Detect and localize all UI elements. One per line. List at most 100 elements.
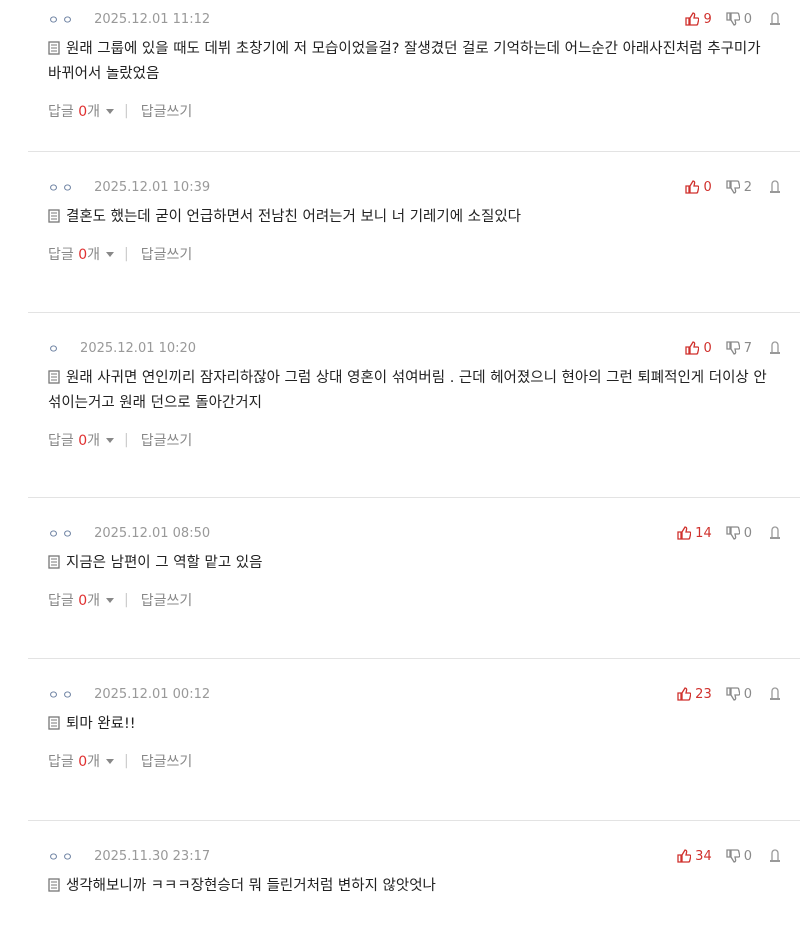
comment: ㅇㅇ 2025.12.01 08:50 14 0 지금은 남편이 그 역할 맡고…: [0, 523, 800, 659]
vote-group: 14 0: [663, 523, 782, 543]
upvote-button[interactable]: 9: [685, 11, 712, 27]
downvote-button[interactable]: 0: [726, 526, 752, 541]
comment-nickname[interactable]: ㅇㅇ: [48, 525, 76, 542]
reply-toggle[interactable]: 답글 0개: [48, 751, 122, 771]
downvote-count: 0: [743, 525, 752, 541]
write-reply-button[interactable]: 답글쓰기: [141, 430, 193, 450]
report-icon[interactable]: [768, 849, 782, 863]
thumbs-down-icon: [726, 849, 740, 863]
write-reply-button[interactable]: 답글쓰기: [141, 244, 193, 264]
reply-count: 0: [78, 433, 88, 449]
document-icon: [48, 878, 60, 892]
divider: |: [124, 432, 129, 448]
report-icon[interactable]: [768, 526, 782, 540]
comment-text: 원래 사귀면 연인끼리 잠자리하잖아 그럼 상대 영혼이 섞여버림 . 근데 헤…: [48, 370, 767, 411]
thumbs-up-icon: [677, 849, 692, 863]
upvote-button[interactable]: 14: [677, 526, 712, 541]
downvote-button[interactable]: 7: [726, 341, 752, 356]
comment-nickname[interactable]: ㅇㅇ: [48, 686, 76, 703]
reply-label: 답글: [48, 593, 74, 609]
reply-toggle[interactable]: 답글 0개: [48, 590, 122, 610]
downvote-count: 2: [743, 179, 752, 195]
upvote-button[interactable]: 0: [685, 180, 712, 195]
downvote-button[interactable]: 2: [726, 180, 752, 195]
thumbs-up-icon: [677, 526, 692, 540]
report-icon[interactable]: [768, 341, 782, 355]
reply-count: 0: [78, 247, 88, 263]
reply-label: 답글: [48, 754, 74, 770]
document-icon: [48, 716, 60, 730]
divider: |: [124, 246, 129, 262]
reply-count-suffix: 개: [87, 247, 101, 263]
comment-meta: ㅇㅇ 2025.12.01 10:39 0 2: [48, 177, 800, 197]
upvote-button[interactable]: 0: [685, 341, 712, 356]
comment: ㅇㅇ 2025.12.01 10:39 0 2 결혼도 했는데 굳이 언급하면서…: [0, 177, 800, 313]
caret-down-icon: [106, 109, 115, 114]
comment: ㅇㅇ 2025.12.01 11:12 9 0 원래 그룹에 있을 때도 데뷔 …: [0, 9, 800, 152]
downvote-count: 0: [743, 11, 752, 27]
caret-down-icon: [106, 252, 115, 257]
comment-text: 결혼도 했는데 굳이 언급하면서 전남친 어려는거 보니 너 기레기에 소질있다: [66, 209, 522, 225]
separator: [28, 497, 800, 498]
thumbs-up-icon: [685, 12, 700, 26]
thumbs-down-icon: [726, 687, 740, 701]
caret-down-icon: [106, 438, 115, 443]
separator: [28, 820, 800, 821]
comment-actions: 답글 0개 | 답글쓰기: [48, 244, 800, 264]
reply-count: 0: [78, 593, 88, 609]
document-icon: [48, 209, 60, 223]
upvote-button[interactable]: 23: [677, 687, 712, 702]
write-reply-button[interactable]: 답글쓰기: [141, 590, 193, 610]
comment-actions: 답글 0개 | 답글쓰기: [48, 430, 800, 450]
vote-group: 23 0: [663, 684, 782, 704]
comment-nickname[interactable]: ㅇㅇ: [48, 179, 76, 196]
comment-date: 2025.12.01 11:12: [94, 11, 211, 27]
reply-toggle[interactable]: 답글 0개: [48, 101, 122, 121]
vote-group: 9 0: [671, 9, 782, 29]
reply-label: 답글: [48, 433, 74, 449]
comment-meta: ㅇㅇ 2025.12.01 08:50 14 0: [48, 523, 800, 543]
comment-list: ㅇㅇ 2025.12.01 11:12 9 0 원래 그룹에 있을 때도 데뷔 …: [0, 9, 800, 929]
write-reply-button[interactable]: 답글쓰기: [141, 101, 193, 121]
reply-toggle[interactable]: 답글 0개: [48, 430, 122, 450]
divider: |: [124, 592, 129, 608]
comment-nickname[interactable]: ㅇㅇ: [48, 848, 76, 865]
comment-body: 지금은 남편이 그 역할 맡고 있음: [48, 551, 800, 576]
comment-nickname[interactable]: ㅇ: [48, 340, 62, 357]
write-reply-button[interactable]: 답글쓰기: [141, 751, 193, 771]
comment: ㅇㅇ 2025.11.30 23:17 34 0 생각해보니까 ㅋㅋㅋ장현승더 …: [0, 846, 800, 929]
comment-actions: 답글 0개 | 답글쓰기: [48, 751, 800, 771]
report-icon[interactable]: [768, 687, 782, 701]
reply-count-suffix: 개: [87, 433, 101, 449]
comment-meta: ㅇㅇ 2025.12.01 11:12 9 0: [48, 9, 800, 29]
comment-actions: 답글 0개 | 답글쓰기: [48, 590, 800, 610]
thumbs-down-icon: [726, 180, 740, 194]
upvote-button[interactable]: 34: [677, 849, 712, 864]
comment-date: 2025.11.30 23:17: [94, 848, 211, 864]
comment-body: 생각해보니까 ㅋㅋㅋ장현승더 뭐 들린거처럼 변하지 않앗엇나: [48, 874, 800, 899]
divider: |: [124, 753, 129, 769]
comment-text: 지금은 남편이 그 역할 맡고 있음: [66, 555, 263, 571]
comment-nickname[interactable]: ㅇㅇ: [48, 11, 76, 28]
reply-toggle[interactable]: 답글 0개: [48, 244, 122, 264]
upvote-count: 23: [695, 686, 712, 702]
thumbs-down-icon: [726, 341, 740, 355]
thumbs-up-icon: [685, 341, 700, 355]
reply-label: 답글: [48, 104, 74, 120]
downvote-count: 7: [743, 340, 752, 356]
report-icon[interactable]: [768, 12, 782, 26]
reply-label: 답글: [48, 247, 74, 263]
comment: ㅇㅇ 2025.12.01 00:12 23 0 퇴마 완료!! 답글 0개 |…: [0, 684, 800, 821]
downvote-button[interactable]: 0: [726, 687, 752, 702]
downvote-button[interactable]: 0: [726, 849, 752, 864]
document-icon: [48, 370, 60, 384]
thumbs-up-icon: [685, 180, 700, 194]
comment-actions: 답글 0개 | 답글쓰기: [48, 101, 800, 121]
comment-meta: ㅇ 2025.12.01 10:20 0 7: [48, 338, 800, 358]
report-icon[interactable]: [768, 180, 782, 194]
upvote-count: 9: [703, 11, 712, 27]
downvote-button[interactable]: 0: [726, 12, 752, 27]
comment-body: 퇴마 완료!!: [48, 712, 800, 737]
separator: [28, 151, 800, 152]
comment-meta: ㅇㅇ 2025.11.30 23:17 34 0: [48, 846, 800, 866]
